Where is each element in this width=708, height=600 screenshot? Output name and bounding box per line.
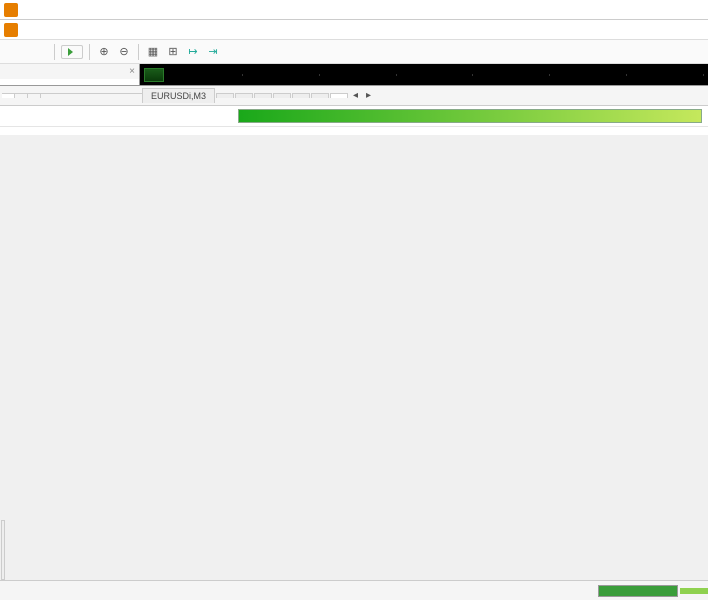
workspace-header: × bbox=[0, 64, 708, 86]
menu-charts[interactable] bbox=[64, 28, 76, 32]
subtab-trading[interactable] bbox=[28, 94, 41, 98]
charts-row-pl bbox=[0, 139, 708, 143]
menu-window[interactable] bbox=[92, 28, 104, 32]
app-menu-icon[interactable] bbox=[4, 23, 18, 37]
start-button[interactable] bbox=[680, 588, 708, 594]
chart-tabs: EURUSDi,M3 ◂ ▸ bbox=[0, 86, 708, 106]
timeframe-m15[interactable] bbox=[28, 50, 36, 54]
toolbar: ⊕ ⊖ ▦ ⊞ ↦ ⇥ bbox=[0, 40, 708, 64]
layout-icon[interactable]: ⊞ bbox=[165, 44, 181, 60]
menu-help[interactable] bbox=[106, 28, 118, 32]
time-cell bbox=[473, 74, 550, 76]
hq-bar bbox=[238, 109, 702, 123]
separator bbox=[138, 44, 139, 60]
app-icon bbox=[4, 3, 18, 17]
maximize-button[interactable] bbox=[644, 1, 674, 19]
history-quality-row bbox=[0, 106, 708, 127]
time-cell bbox=[243, 74, 320, 76]
chart-tab[interactable] bbox=[235, 93, 253, 98]
time-cell bbox=[627, 74, 704, 76]
menu-view[interactable] bbox=[36, 28, 48, 32]
chart-tab[interactable] bbox=[254, 93, 272, 98]
zoom-out-icon[interactable]: ⊖ bbox=[116, 44, 132, 60]
market-watch-panel: × bbox=[0, 64, 140, 85]
algo-trading-button[interactable] bbox=[61, 45, 83, 59]
chart-tab-active[interactable] bbox=[330, 93, 348, 98]
scroll-right-icon[interactable]: ▸ bbox=[362, 88, 375, 103]
separator bbox=[54, 44, 55, 60]
time-cell bbox=[166, 74, 243, 76]
chart-timeline bbox=[140, 64, 708, 85]
menu-file[interactable] bbox=[22, 28, 34, 32]
grid-icon[interactable]: ▦ bbox=[145, 44, 161, 60]
zoom-in-icon[interactable]: ⊕ bbox=[96, 44, 112, 60]
strategy-tester-side-tab[interactable] bbox=[1, 520, 5, 580]
time-cell bbox=[320, 74, 397, 76]
menu-insert[interactable] bbox=[50, 28, 62, 32]
subtab-symbols[interactable] bbox=[2, 94, 15, 98]
minimize-button[interactable] bbox=[614, 1, 644, 19]
subtab-details[interactable] bbox=[15, 94, 28, 98]
scroll-icon[interactable]: ⇥ bbox=[205, 44, 221, 60]
scroll-left-icon[interactable]: ◂ bbox=[349, 88, 362, 103]
close-icon[interactable]: × bbox=[129, 66, 135, 77]
time-cell bbox=[550, 74, 627, 76]
chart-tab[interactable] bbox=[273, 93, 291, 98]
time-cell bbox=[397, 74, 474, 76]
chart-tab[interactable] bbox=[292, 93, 310, 98]
shift-icon[interactable]: ↦ bbox=[185, 44, 201, 60]
backtest-report bbox=[0, 106, 708, 135]
timeframe-m5[interactable] bbox=[16, 50, 24, 54]
chart-tab[interactable] bbox=[311, 93, 329, 98]
timeframe-m1[interactable] bbox=[4, 50, 12, 54]
chart-thumb[interactable] bbox=[144, 68, 164, 82]
timeframe-h1[interactable] bbox=[40, 50, 48, 54]
tester-tabs bbox=[0, 580, 708, 600]
chart-tab[interactable] bbox=[216, 93, 234, 98]
progress-bar bbox=[598, 585, 678, 597]
title-bar bbox=[0, 0, 708, 20]
chart-tab[interactable]: EURUSDi,M3 bbox=[142, 88, 215, 103]
menu-bar bbox=[0, 20, 708, 40]
menu-tools[interactable] bbox=[78, 28, 90, 32]
close-button[interactable] bbox=[674, 1, 704, 19]
play-icon bbox=[68, 48, 73, 56]
separator bbox=[89, 44, 90, 60]
